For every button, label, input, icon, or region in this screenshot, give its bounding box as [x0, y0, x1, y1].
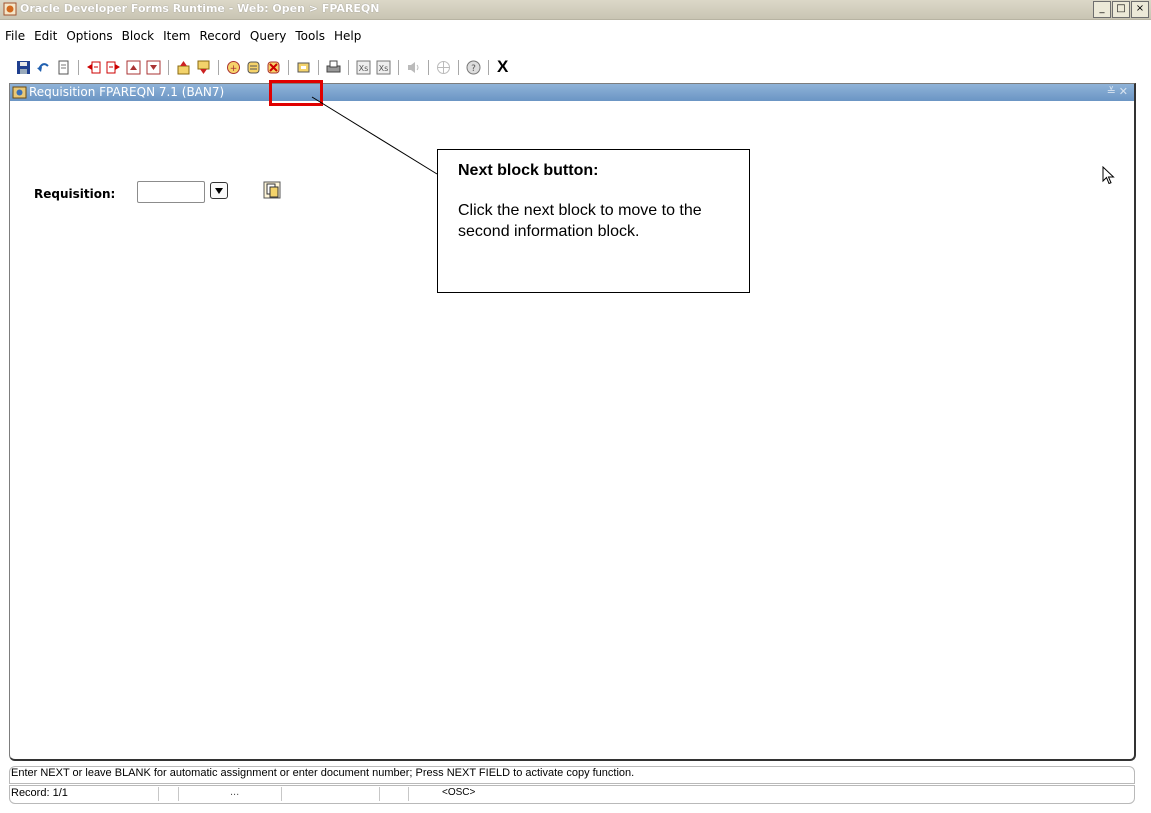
mouse-pointer-icon — [1102, 166, 1115, 185]
callout-title: Next block button: — [458, 162, 599, 179]
status-separator — [178, 787, 179, 801]
status-mode: <OSC> — [442, 787, 476, 798]
status-separator — [408, 787, 409, 801]
hint-text: Enter NEXT or leave BLANK for automatic … — [11, 767, 635, 779]
callout-body: Click the next block to move to the seco… — [458, 202, 702, 240]
status-separator — [281, 787, 282, 801]
status-separator — [158, 787, 159, 801]
callout-box: Next block button: Click the next block … — [437, 149, 750, 293]
status-separator — [379, 787, 380, 801]
record-count: Record: 1/1 — [11, 787, 68, 799]
callout-pointer-line — [311, 96, 438, 175]
status-ellipsis: ... — [230, 786, 240, 798]
